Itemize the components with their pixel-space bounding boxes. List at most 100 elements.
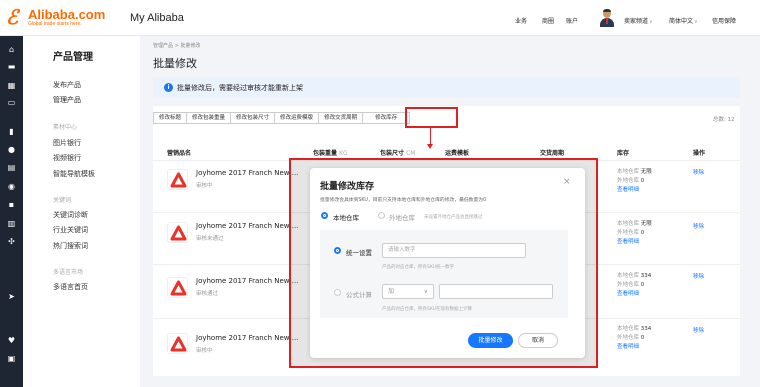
nav-link-business[interactable]: 业务 (515, 16, 527, 25)
alibaba-logo-mark-icon: ℰ (6, 5, 19, 29)
radio-unified[interactable] (334, 247, 341, 254)
sidebar-title: 产品管理 (53, 52, 93, 63)
store-icon[interactable]: ▣ (6, 354, 17, 363)
chat-icon[interactable]: ▭ (6, 98, 17, 107)
sidebar-group-material: 素材中心 (53, 124, 78, 131)
annotation-arrow-icon (427, 144, 433, 149)
product-name[interactable]: Joyhome 2017 Franch New ... (196, 222, 298, 230)
product-thumbnail[interactable] (167, 222, 188, 243)
sidebar-item-hot-search[interactable]: 热门搜索词 (53, 241, 88, 251)
stock-cell: 本地仓库 无限 外地仓库 0 查看明细 (617, 168, 652, 195)
remove-link[interactable]: 移除 (693, 272, 704, 280)
nav-link-account[interactable]: 账户 (566, 16, 578, 25)
product-name[interactable]: Joyhome 2017 Franch New ... (196, 277, 298, 285)
stock-cell: 本地仓库 334 外地仓库 0 查看明细 (617, 272, 651, 299)
remove-link[interactable]: 移除 (693, 168, 704, 176)
nav-link-circle[interactable]: 商圈 (542, 16, 554, 25)
formula-hint: 产品的对应仓库，所有SKU在现有数据上计算 (382, 307, 472, 312)
sidebar-item-manage[interactable]: 管理产品 (53, 95, 81, 105)
sidebar: 产品管理 发布产品 管理产品 素材中心 图片银行 视频银行 智能导航模板 关键词… (23, 36, 140, 387)
modal-description: 批量修改会具体到SKU，目前只支持本地仓库和外地仓库的修改，最低数量为0 (320, 198, 487, 203)
sidebar-item-video-bank[interactable]: 视频银行 (53, 153, 81, 163)
box-icon[interactable]: ▬ (6, 62, 17, 71)
notice-text: 批量修改后，需要经过审核才能重新上架 (177, 84, 303, 92)
tab-edit-size[interactable]: 修改包装尺寸 (231, 112, 276, 124)
view-details-link[interactable]: 查看明细 (617, 186, 652, 195)
alibaba-logo[interactable]: ℰ Alibaba.com Global trade starts here. (6, 6, 118, 30)
settings-icon[interactable]: ✣ (6, 237, 17, 246)
remove-link[interactable]: 移除 (693, 326, 704, 334)
radio-local-warehouse[interactable] (321, 212, 328, 219)
stock-overseas-value: 0 (640, 335, 645, 341)
tab-edit-delivery[interactable]: 修改交货周期 (319, 112, 364, 124)
view-details-link[interactable]: 查看明细 (617, 343, 651, 352)
sidebar-group-keywords: 关键词 (53, 197, 72, 204)
formula-operator-value: 加 (388, 288, 395, 295)
radio-overseas-warehouse[interactable] (378, 212, 385, 219)
sidebar-item-publish[interactable]: 发布产品 (53, 80, 81, 90)
stock-overseas-label: 外地仓库 (617, 178, 640, 184)
edit-tabs: 修改标题 修改包装重量 修改包装尺寸 修改运费模版 修改交货周期 修改库存 (153, 112, 411, 124)
send-icon[interactable]: ➤ (6, 292, 17, 301)
breadcrumb[interactable]: 管理产品 > 批量修改 (153, 42, 200, 49)
col-weight-unit: KG (339, 150, 348, 157)
language-label: 简体中文 (669, 18, 694, 25)
app-title: My Alibaba (130, 12, 184, 24)
formula-operator-select[interactable]: 加 ∨ (382, 284, 434, 299)
stock-local-value: 334 (640, 326, 652, 332)
notice-banner: i 批量修改后，需要经过审核才能重新上架 (153, 77, 740, 98)
sidebar-item-image-bank[interactable]: 图片银行 (53, 138, 81, 148)
sidebar-item-keyword-diagnosis[interactable]: 关键词诊断 (53, 210, 88, 220)
stock-overseas-value: 0 (640, 282, 645, 288)
product-name[interactable]: Joyhome 2017 Franch New ... (196, 169, 298, 177)
cancel-button[interactable]: 取消 (518, 333, 558, 348)
sidebar-group-multilang: 多语言市场 (53, 269, 84, 276)
sidebar-item-multilang-home[interactable]: 多语言首页 (53, 282, 88, 292)
close-icon[interactable]: × (563, 177, 571, 187)
product-name[interactable]: Joyhome 2017 Franch New ... (196, 334, 298, 342)
language-menu[interactable]: 简体中文∨ (669, 16, 698, 25)
heart-icon[interactable]: ♥ (6, 336, 17, 345)
batch-edit-confirm-button[interactable]: 批量修改 (468, 333, 513, 348)
avatar[interactable] (600, 9, 614, 27)
col-size-unit: CM (406, 150, 416, 157)
doc-icon[interactable]: ▤ (6, 163, 17, 172)
remove-link[interactable]: 移除 (693, 222, 704, 230)
stock-local-value: 334 (640, 273, 652, 279)
sidebar-item-nav-template[interactable]: 智能导航模板 (53, 169, 95, 179)
radio-formula[interactable] (334, 289, 341, 296)
view-details-link[interactable]: 查看明细 (617, 290, 651, 299)
chart-icon[interactable]: ▮ (6, 127, 17, 136)
total-count: 总数: 12 (713, 117, 735, 123)
view-details-link[interactable]: 查看明细 (617, 238, 652, 247)
bank-icon[interactable]: ▥ (6, 219, 17, 228)
home-icon[interactable]: ⌂ (6, 45, 17, 54)
formula-quantity-input[interactable] (439, 284, 553, 299)
tab-edit-stock[interactable]: 修改库存 (363, 112, 411, 124)
stock-overseas-value: 0 (640, 178, 645, 184)
seller-channel-menu[interactable]: 卖家频道∨ (624, 16, 653, 25)
product-status: 审核中 (196, 348, 213, 354)
globe-icon[interactable]: ◉ (6, 182, 17, 191)
product-status: 审核未通过 (196, 236, 224, 242)
unified-quantity-input[interactable]: 请输入数字 (382, 243, 526, 258)
stock-overseas-label: 外地仓库 (617, 282, 640, 288)
trust-link[interactable]: 信用保障 (712, 16, 736, 25)
sidebar-item-industry-keywords[interactable]: 行业关键词 (53, 225, 88, 235)
tab-edit-weight[interactable]: 修改包装重量 (187, 112, 232, 124)
product-status: 审核通过 (196, 291, 219, 297)
unified-label[interactable]: 统一设置 (346, 247, 372, 257)
tab-edit-freight[interactable]: 修改运费模版 (275, 112, 320, 124)
formula-label[interactable]: 公式计算 (346, 289, 372, 299)
overseas-warehouse-label[interactable]: 外地仓库 (389, 212, 415, 222)
product-thumbnail[interactable] (167, 333, 188, 354)
product-thumbnail[interactable] (167, 169, 188, 190)
tab-edit-title[interactable]: 修改标题 (153, 112, 188, 124)
local-warehouse-label[interactable]: 本地仓库 (333, 212, 359, 222)
logo-word: Alibaba.com (28, 7, 106, 22)
truck-icon[interactable]: ▪ (6, 200, 17, 209)
seller-channel-label: 卖家频道 (624, 18, 649, 25)
grid-icon[interactable]: ▦ (6, 81, 17, 90)
user-icon[interactable]: ● (6, 145, 17, 154)
product-thumbnail[interactable] (167, 277, 188, 298)
